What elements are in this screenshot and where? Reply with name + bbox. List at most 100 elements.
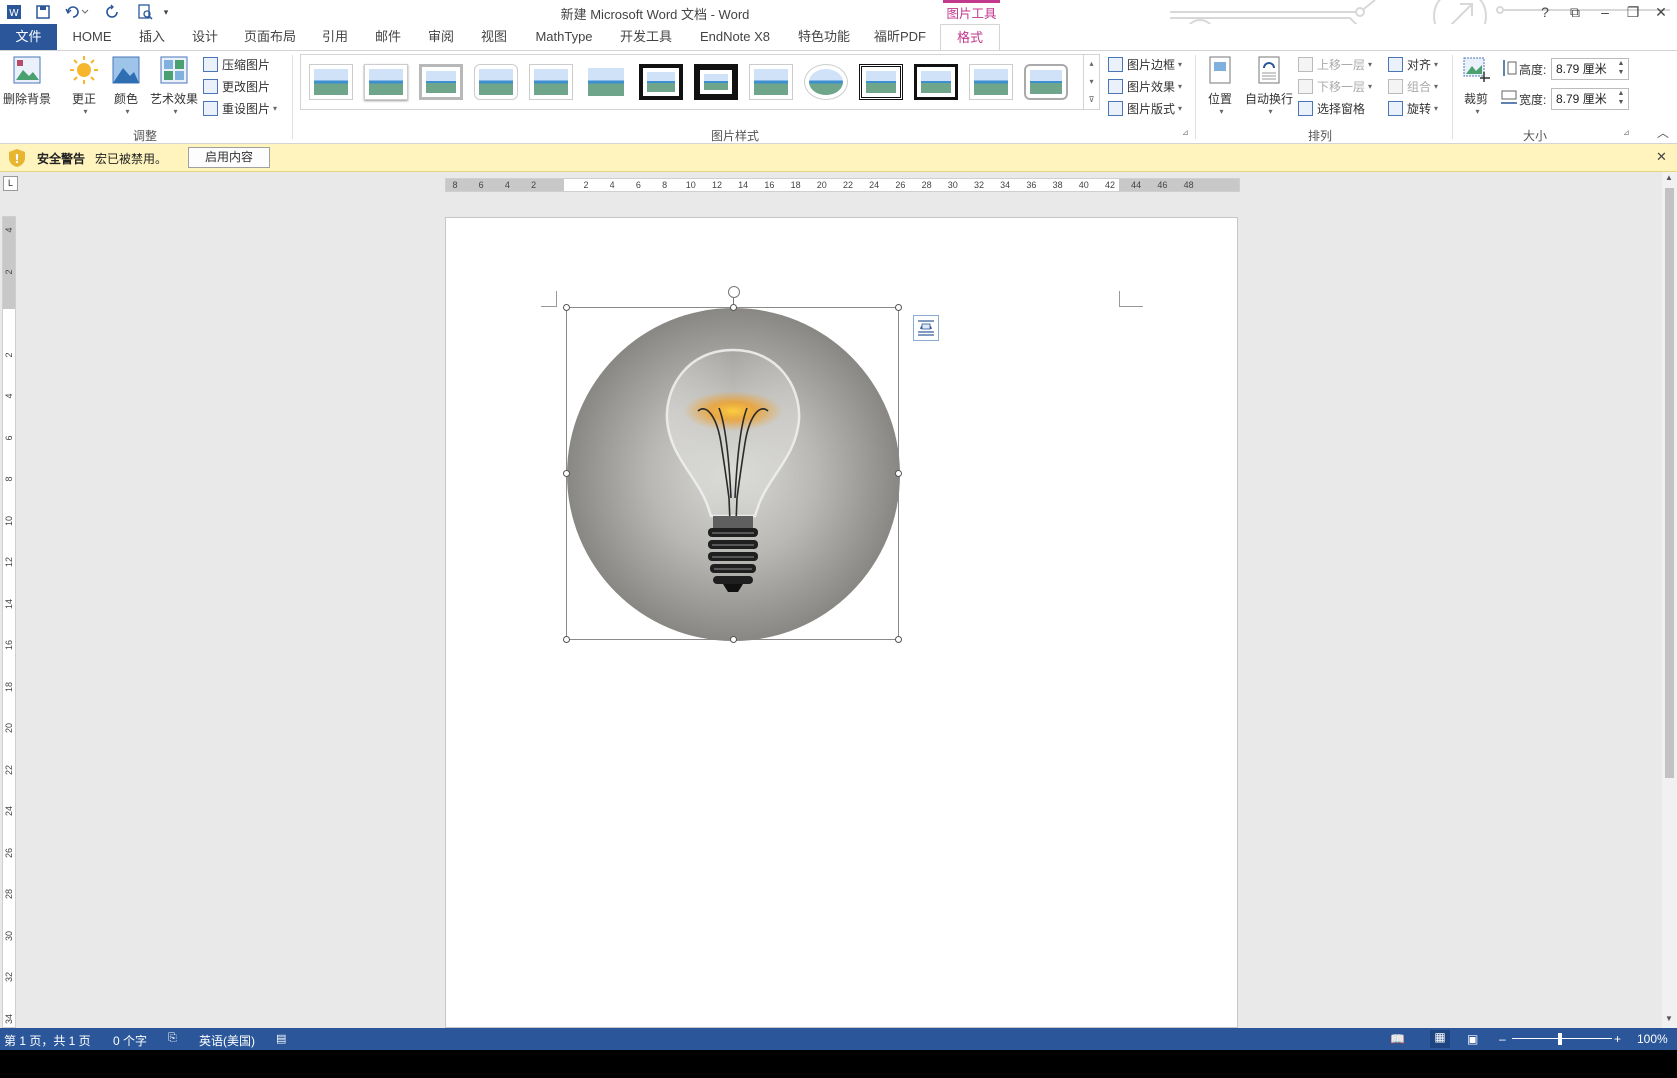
close-button[interactable]: ✕ xyxy=(1648,2,1674,22)
scroll-down-icon[interactable]: ▼ xyxy=(1665,1014,1673,1023)
style-thumb[interactable] xyxy=(364,64,408,100)
minimize-button[interactable]: – xyxy=(1592,2,1618,22)
tab-view[interactable]: 视图 xyxy=(472,24,516,50)
zoom-in-icon[interactable]: + xyxy=(1614,1032,1621,1046)
resize-handle[interactable] xyxy=(563,636,570,643)
print-layout-icon[interactable]: ▦ xyxy=(1430,1030,1450,1048)
height-input[interactable]: 8.79 厘米 ▲ ▼ xyxy=(1551,58,1629,80)
crop-button[interactable]: 裁剪 ▾ xyxy=(1454,54,1498,116)
bring-forward-button[interactable]: 上移一层 ▾ xyxy=(1298,54,1372,74)
width-input[interactable]: 8.79 厘米 ▲ ▼ xyxy=(1551,88,1629,110)
tab-endnote[interactable]: EndNote X8 xyxy=(690,24,780,50)
style-thumb[interactable] xyxy=(309,64,353,100)
resize-handle[interactable] xyxy=(563,470,570,477)
tab-references[interactable]: 引用 xyxy=(313,24,357,50)
zoom-slider[interactable] xyxy=(1512,1038,1612,1039)
close-icon[interactable]: ✕ xyxy=(1656,149,1667,165)
save-icon[interactable] xyxy=(32,3,54,21)
style-thumb[interactable] xyxy=(804,64,848,100)
remove-background-button[interactable]: 删除背景 xyxy=(2,54,52,107)
send-backward-button[interactable]: 下移一层 ▾ xyxy=(1298,76,1372,96)
picture-layout-button[interactable]: 图片版式 ▾ xyxy=(1108,98,1182,118)
style-thumb[interactable] xyxy=(529,64,573,100)
tab-file[interactable]: 文件 xyxy=(0,24,57,50)
tab-foxit-pdf[interactable]: 福昕PDF xyxy=(868,24,932,50)
group-button[interactable]: 组合 ▾ xyxy=(1388,76,1438,96)
artistic-effects-button[interactable]: 艺术效果 ▾ xyxy=(147,54,201,116)
rotate-handle-icon[interactable] xyxy=(728,286,740,298)
tab-review[interactable]: 审阅 xyxy=(419,24,463,50)
horizontal-ruler[interactable]: 8 6 4 2 2 4 6 8 10 12 14 16 18 20 22 24 26 28 30 32 34 36 38 40… xyxy=(445,178,1240,192)
reset-picture-button[interactable]: 重设图片 ▾ xyxy=(203,98,277,118)
light-bulb-picture[interactable] xyxy=(567,308,900,641)
tab-page-layout[interactable]: 页面布局 xyxy=(240,24,300,50)
resize-handle[interactable] xyxy=(895,304,902,311)
style-thumb[interactable] xyxy=(969,64,1013,100)
word-count[interactable]: 0 个字 xyxy=(113,1032,147,1049)
tab-selector-icon[interactable]: L xyxy=(3,176,18,191)
style-thumb[interactable] xyxy=(749,64,793,100)
rotate-button[interactable]: 旋转 ▾ xyxy=(1388,98,1438,118)
zoom-slider-thumb[interactable] xyxy=(1558,1033,1562,1045)
dialog-launcher-icon[interactable]: ⊿ xyxy=(1623,128,1630,137)
page-count[interactable]: 第 1 页，共 1 页 xyxy=(4,1032,91,1049)
selected-picture[interactable] xyxy=(563,286,902,643)
resize-handle[interactable] xyxy=(895,470,902,477)
picture-border-button[interactable]: 图片边框 ▾ xyxy=(1108,54,1182,74)
undo-icon[interactable] xyxy=(62,3,92,21)
scrollbar-thumb[interactable] xyxy=(1665,188,1674,778)
color-button[interactable]: 颜色 ▾ xyxy=(103,54,149,116)
scroll-up-icon[interactable]: ▲ xyxy=(1665,173,1673,182)
resize-handle[interactable] xyxy=(895,636,902,643)
redo-icon[interactable] xyxy=(103,3,123,21)
language[interactable]: 英语(美国) xyxy=(199,1032,255,1049)
layout-options-icon[interactable] xyxy=(913,315,939,341)
restore-button[interactable]: ❐ xyxy=(1620,2,1646,22)
zoom-out-icon[interactable]: – xyxy=(1499,1032,1506,1046)
style-thumb[interactable] xyxy=(1024,64,1068,100)
help-button[interactable]: ? xyxy=(1532,2,1558,22)
gallery-scroll[interactable]: ▴ ▾ ⊽ xyxy=(1083,55,1099,109)
dialog-launcher-icon[interactable]: ⊿ xyxy=(1182,128,1189,137)
ribbon-display-button[interactable]: ⧉ xyxy=(1562,2,1588,22)
compress-pictures-button[interactable]: 压缩图片 xyxy=(203,54,270,74)
macro-recording-icon[interactable]: ▤ xyxy=(276,1032,286,1045)
resize-handle[interactable] xyxy=(563,304,570,311)
tab-developer[interactable]: 开发工具 xyxy=(614,24,678,50)
collapse-ribbon-icon[interactable]: ︿ xyxy=(1657,124,1669,141)
proofing-icon[interactable]: ⎘ xyxy=(168,1032,177,1045)
style-thumb[interactable] xyxy=(694,64,738,100)
align-button[interactable]: 对齐 ▾ xyxy=(1388,54,1438,74)
enable-content-button[interactable]: 启用内容 xyxy=(188,147,270,168)
style-thumb[interactable] xyxy=(584,64,628,100)
style-thumb[interactable] xyxy=(474,64,518,100)
vertical-ruler[interactable]: 4 2 2 4 6 8 10 12 14 16 18 20 22 24 26 28 30 32 34 xyxy=(2,216,16,1028)
print-preview-icon[interactable] xyxy=(134,3,156,21)
tab-format[interactable]: 格式 xyxy=(940,24,1000,50)
tab-insert[interactable]: 插入 xyxy=(130,24,174,50)
resize-handle[interactable] xyxy=(730,636,737,643)
tab-mailings[interactable]: 邮件 xyxy=(366,24,410,50)
document-page[interactable] xyxy=(445,217,1238,1028)
corrections-button[interactable]: 更正 ▾ xyxy=(61,54,107,116)
selection-pane-button[interactable]: 选择窗格 xyxy=(1298,98,1365,118)
position-button[interactable]: 位置 ▾ xyxy=(1198,54,1242,116)
style-thumb[interactable] xyxy=(914,64,958,100)
style-thumb[interactable] xyxy=(859,64,903,100)
picture-effects-button[interactable]: 图片效果 ▾ xyxy=(1108,76,1182,96)
style-thumb[interactable] xyxy=(639,64,683,100)
resize-handle[interactable] xyxy=(730,304,737,311)
read-mode-icon[interactable]: 📖 xyxy=(1390,1032,1405,1046)
wrap-text-button[interactable]: 自动换行 ▾ xyxy=(1242,54,1296,116)
tab-mathtype[interactable]: MathType xyxy=(528,24,600,50)
web-layout-icon[interactable]: ▣ xyxy=(1467,1032,1478,1046)
style-thumb[interactable] xyxy=(419,64,463,100)
spin-arrows-icon[interactable]: ▲ ▼ xyxy=(1616,89,1626,107)
tab-special[interactable]: 特色功能 xyxy=(792,24,856,50)
zoom-level[interactable]: 100% xyxy=(1637,1032,1668,1046)
tab-home[interactable]: HOME xyxy=(68,24,116,50)
vertical-scrollbar[interactable]: ▲ ▼ xyxy=(1662,172,1677,1028)
change-picture-button[interactable]: 更改图片 xyxy=(203,76,270,96)
customize-qat-icon[interactable]: ▾ xyxy=(160,3,172,21)
spin-arrows-icon[interactable]: ▲ ▼ xyxy=(1616,59,1626,77)
